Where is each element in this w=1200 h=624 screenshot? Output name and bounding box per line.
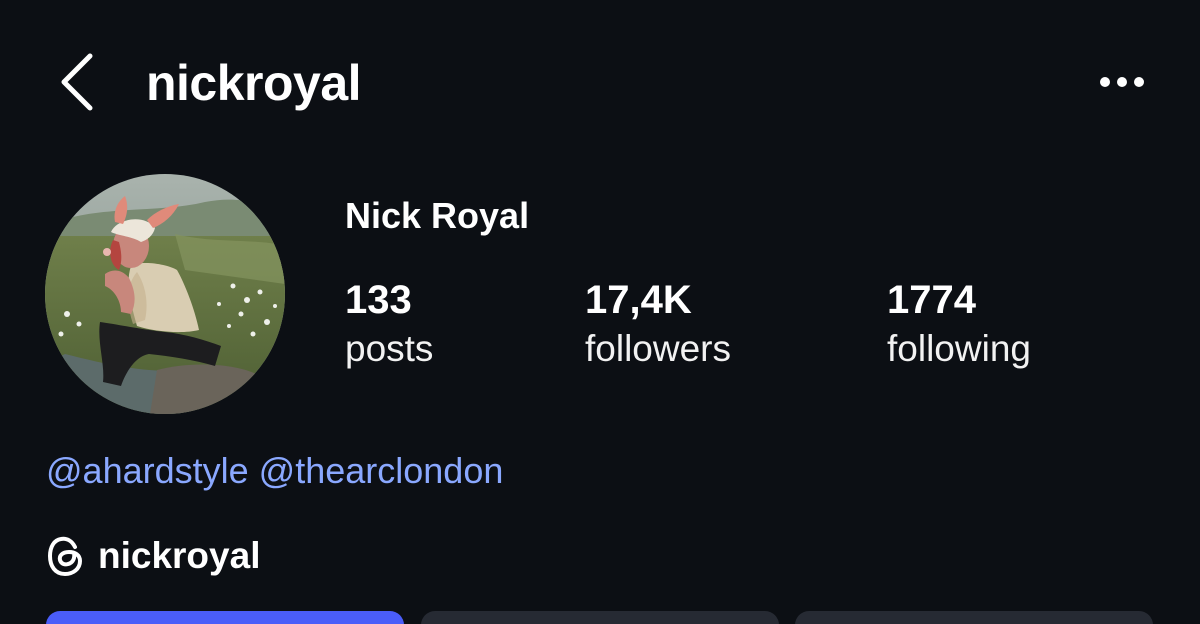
threads-username: nickroyal bbox=[98, 535, 261, 576]
stat-following-value: 1774 bbox=[887, 278, 976, 322]
profile-display-name: Nick Royal bbox=[345, 195, 530, 236]
stat-posts-value: 133 bbox=[345, 278, 412, 322]
more-horizontal-icon bbox=[1100, 77, 1144, 87]
mention-link-ahardstyle[interactable]: @ahardstyle bbox=[46, 450, 249, 491]
follow-button[interactable] bbox=[46, 611, 404, 624]
stat-following[interactable]: 1774 following bbox=[887, 276, 1031, 374]
threads-icon bbox=[46, 533, 86, 579]
message-button[interactable] bbox=[421, 611, 779, 624]
more-options-button[interactable] bbox=[1096, 64, 1148, 100]
stat-followers[interactable]: 17,4K followers bbox=[585, 276, 731, 374]
threads-profile-link[interactable]: nickroyal bbox=[46, 530, 260, 582]
avatar-photo bbox=[45, 174, 285, 414]
bio-mentions: @ahardstyle @thearclondon bbox=[46, 448, 503, 494]
back-button[interactable] bbox=[56, 52, 100, 112]
contact-button[interactable] bbox=[795, 611, 1153, 624]
stat-posts-label: posts bbox=[345, 328, 434, 369]
chevron-left-icon bbox=[61, 53, 93, 111]
profile-avatar[interactable] bbox=[45, 174, 285, 414]
stat-followers-label: followers bbox=[585, 328, 731, 369]
stat-followers-value: 17,4K bbox=[585, 278, 692, 322]
stat-posts[interactable]: 133 posts bbox=[345, 276, 433, 374]
profile-username-title: nickroyal bbox=[146, 55, 362, 111]
stat-following-label: following bbox=[887, 328, 1031, 369]
mention-link-thearclondon[interactable]: @thearclondon bbox=[259, 450, 504, 491]
